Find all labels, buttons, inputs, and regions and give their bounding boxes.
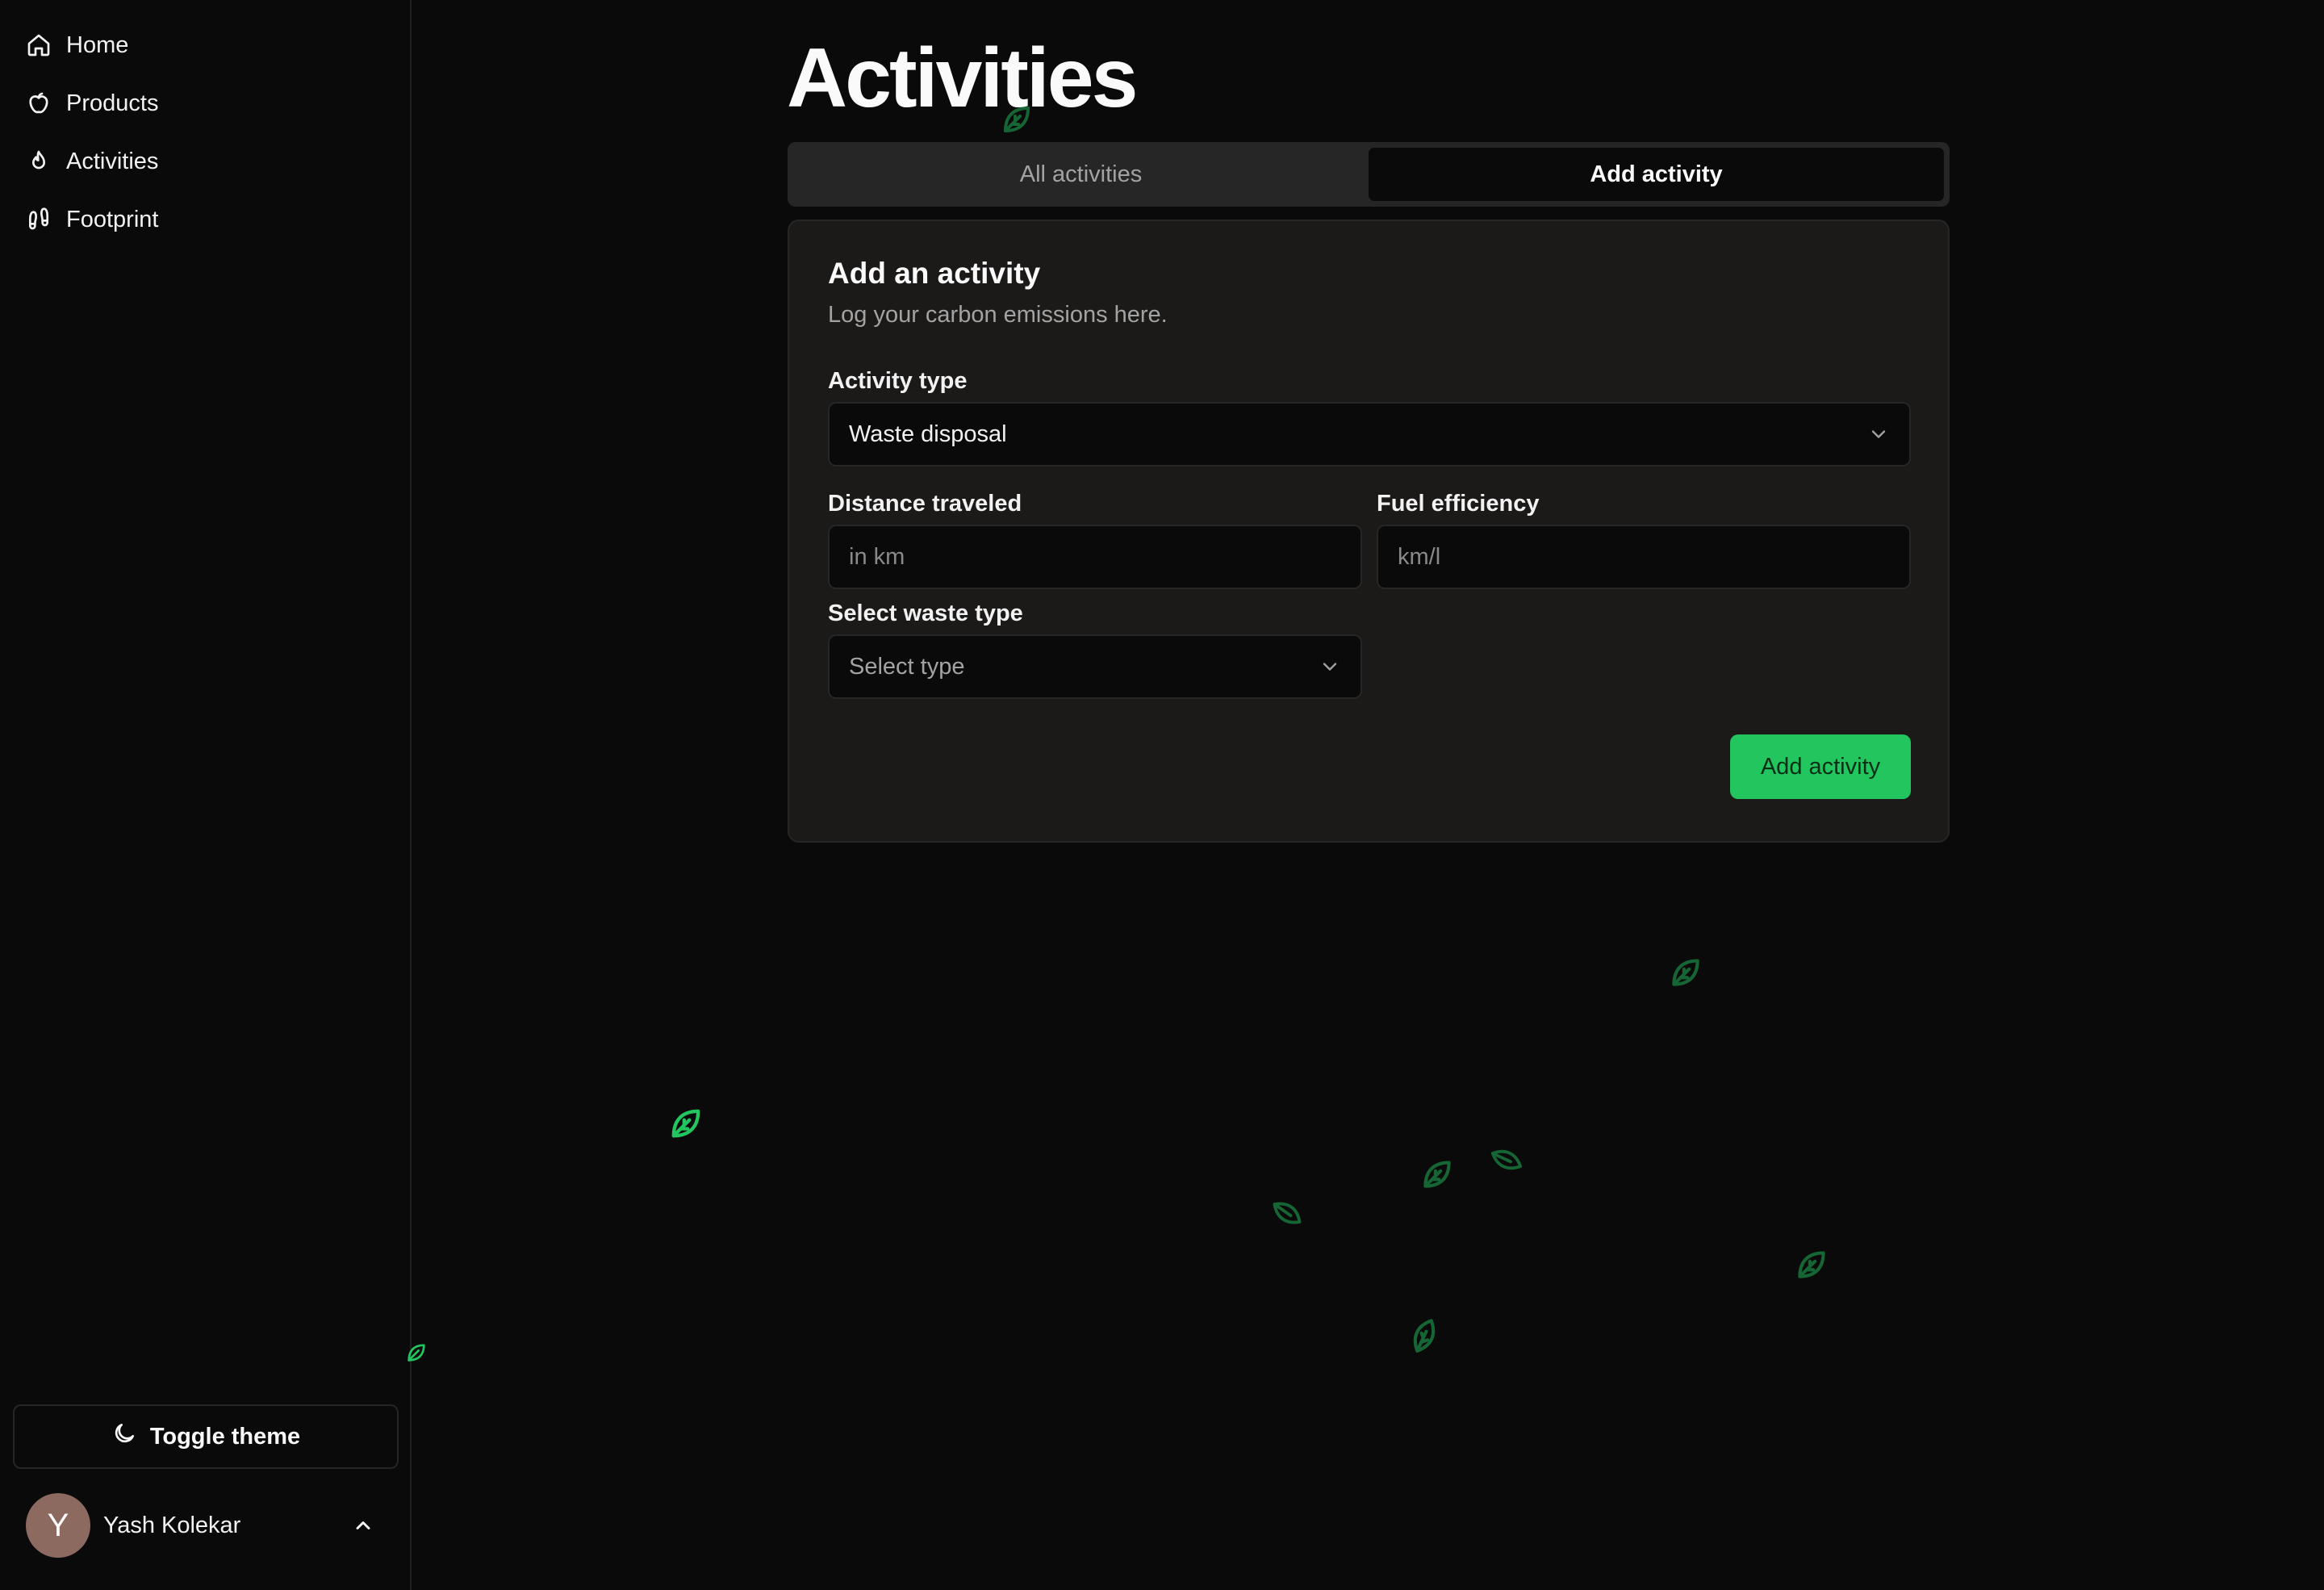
sidebar-item-label: Products	[66, 90, 159, 116]
apple-icon	[24, 89, 53, 118]
sidebar-item-footprint[interactable]: Footprint	[0, 190, 412, 249]
sidebar-nav: Home Products Activities Footprint	[0, 16, 412, 249]
footprints-icon	[24, 205, 53, 234]
tab-list: All activities Add activity	[788, 142, 1950, 207]
sidebar-item-label: Footprint	[66, 206, 159, 232]
home-icon	[24, 31, 53, 60]
toggle-theme-label: Toggle theme	[149, 1423, 301, 1450]
distance-field-wrapper	[828, 525, 1362, 589]
fuel-efficiency-input[interactable]	[1398, 543, 1890, 571]
waste-type-select[interactable]: Select type	[828, 634, 1362, 699]
activity-type-value: Waste disposal	[849, 421, 1007, 447]
leaf-icon	[1666, 952, 1706, 993]
moon-icon	[111, 1421, 150, 1453]
activity-type-label: Activity type	[828, 368, 968, 394]
avatar: Y	[26, 1493, 90, 1558]
distance-label: Distance traveled	[828, 491, 1022, 517]
leaf-icon	[1417, 1154, 1457, 1195]
waste-type-placeholder: Select type	[849, 653, 965, 680]
activity-type-select[interactable]: Waste disposal	[828, 402, 1911, 467]
leaf-icon	[1488, 1141, 1525, 1178]
chevron-up-icon	[352, 1514, 374, 1537]
sidebar-item-activities[interactable]: Activities	[0, 132, 412, 190]
page-title: Activities	[787, 31, 1138, 125]
chevron-down-icon	[1867, 423, 1890, 446]
chevron-down-icon	[1319, 655, 1341, 678]
leaf-icon	[1404, 1316, 1444, 1356]
leaf-icon	[665, 1103, 707, 1144]
add-activity-card: Add an activity Log your carbon emission…	[788, 220, 1950, 843]
fuel-efficiency-label: Fuel efficiency	[1377, 491, 1540, 517]
distance-input[interactable]	[849, 543, 1341, 571]
user-menu[interactable]: Y Yash Kolekar	[13, 1489, 399, 1562]
card-title: Add an activity	[828, 257, 1041, 290]
sidebar-item-home[interactable]: Home	[0, 16, 412, 74]
leaf-icon	[403, 1340, 429, 1366]
tab-all-activities[interactable]: All activities	[793, 148, 1369, 201]
fuel-efficiency-field-wrapper	[1377, 525, 1911, 589]
waste-type-label: Select waste type	[828, 600, 1023, 626]
sidebar-item-label: Home	[66, 31, 129, 58]
tab-add-activity[interactable]: Add activity	[1369, 148, 1944, 201]
user-name: Yash Kolekar	[103, 1512, 241, 1538]
sidebar-item-label: Activities	[66, 148, 159, 174]
sidebar: Home Products Activities Footprint Toggl…	[0, 0, 412, 1590]
sidebar-item-products[interactable]: Products	[0, 74, 412, 132]
leaf-icon	[1791, 1245, 1832, 1285]
add-activity-button[interactable]: Add activity	[1730, 734, 1911, 799]
toggle-theme-button[interactable]: Toggle theme	[13, 1404, 399, 1469]
flame-icon	[24, 147, 53, 176]
card-description: Log your carbon emissions here.	[828, 302, 1168, 328]
leaf-icon	[1269, 1195, 1306, 1232]
